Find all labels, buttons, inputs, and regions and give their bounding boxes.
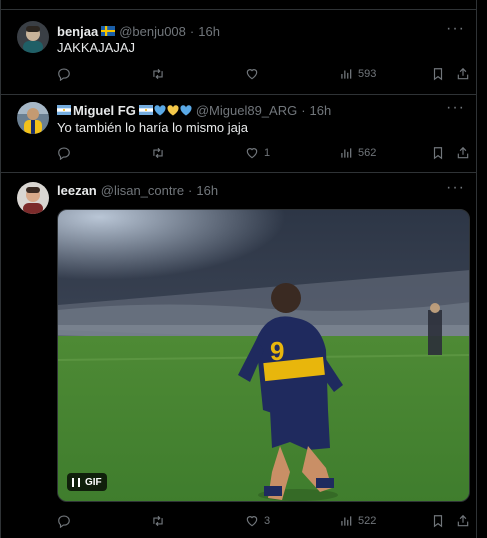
user-handle[interactable]: @lisan_contre [101, 183, 184, 198]
share-button[interactable] [456, 144, 470, 162]
share-button[interactable] [456, 512, 470, 530]
blue-heart-icon [154, 104, 166, 115]
heart-icon [246, 516, 258, 527]
share-icon [457, 514, 469, 527]
view-count: 522 [358, 515, 377, 527]
more-options-icon[interactable]: ··· [446, 179, 465, 197]
reply-button[interactable] [57, 512, 76, 530]
user-handle[interactable]: @Miguel89_ARG [196, 103, 297, 118]
timestamp[interactable]: 16h [310, 103, 332, 118]
like-button[interactable] [245, 65, 264, 83]
share-button[interactable] [456, 65, 470, 83]
gif-badge[interactable]: GIF [67, 473, 107, 491]
retweet-icon [153, 515, 163, 527]
yellow-heart-icon [167, 104, 179, 115]
retweet-icon [153, 147, 163, 159]
user-handle[interactable]: @benju008 [119, 24, 186, 39]
previous-tweet-edge [0, 0, 477, 10]
bookmark-button[interactable] [431, 144, 445, 162]
tweet-header: benjaa @benju008 · 16h [57, 22, 220, 40]
retweet-button[interactable] [151, 65, 170, 83]
like-button[interactable]: 3 [245, 512, 270, 530]
svg-text:9: 9 [270, 336, 284, 366]
sweden-flag-icon [101, 26, 116, 36]
gif-media[interactable]: 9 GIF [57, 209, 470, 502]
display-name[interactable]: benjaa [57, 24, 98, 39]
heart-icon [246, 69, 258, 80]
bookmark-icon [433, 515, 443, 528]
reply-button[interactable] [57, 65, 76, 83]
tweet-header: leezan @lisan_contre · 16h [57, 181, 218, 199]
views-button[interactable]: 593 [339, 65, 376, 83]
avatar[interactable] [17, 102, 49, 134]
more-options-icon[interactable]: ··· [446, 20, 465, 38]
separator-dot: · [189, 23, 195, 39]
like-button[interactable]: 1 [245, 144, 270, 162]
retweet-button[interactable] [151, 144, 170, 162]
views-chart-icon [341, 69, 352, 79]
separator-dot: · [188, 182, 193, 198]
bookmark-button[interactable] [431, 512, 445, 530]
tweet-actions: 593 [57, 65, 472, 83]
heart-icon [246, 148, 258, 159]
retweet-icon [153, 68, 163, 80]
timestamp[interactable]: 16h [198, 24, 220, 39]
reply-icon [58, 147, 70, 160]
view-count: 562 [358, 147, 377, 159]
display-name[interactable]: Miguel FG [73, 103, 136, 118]
avatar[interactable] [17, 21, 49, 53]
tweet-header: Miguel FG @Miguel89_ARG · 16h [57, 101, 331, 119]
blue-heart-icon [180, 104, 192, 115]
tweet[interactable]: benjaa @benju008 · 16h ··· JAKKAJAJAJ 59… [0, 10, 477, 95]
bookmark-icon [433, 147, 443, 160]
football-player-gif: 9 [58, 210, 469, 501]
bookmark-button[interactable] [431, 65, 445, 83]
pause-icon[interactable] [72, 477, 80, 487]
tweet-actions: 3 522 [57, 512, 472, 530]
reply-button[interactable] [57, 144, 76, 162]
view-count: 593 [358, 68, 377, 80]
views-button[interactable]: 522 [339, 512, 376, 530]
argentina-flag-icon [57, 105, 71, 115]
retweet-button[interactable] [151, 512, 170, 530]
like-count: 1 [264, 147, 271, 159]
tweet-text: JAKKAJAJAJ [57, 40, 136, 55]
tweet[interactable]: Miguel FG @Miguel89_ARG · 16h ··· Yo tam… [0, 95, 477, 173]
bookmark-icon [433, 68, 443, 81]
tweet-text: Yo también lo haría lo mismo jaja [57, 120, 249, 135]
share-icon [457, 146, 469, 159]
timestamp[interactable]: 16h [196, 183, 218, 198]
argentina-flag-icon [138, 105, 153, 115]
share-icon [457, 67, 469, 80]
views-chart-icon [341, 516, 352, 526]
gif-label: GIF [85, 476, 102, 488]
display-name[interactable]: leezan [57, 183, 97, 198]
views-button[interactable]: 562 [339, 144, 376, 162]
like-count: 3 [264, 515, 271, 527]
avatar[interactable] [17, 182, 49, 214]
more-options-icon[interactable]: ··· [446, 99, 465, 117]
reply-icon [58, 68, 70, 81]
tweet-actions: 1 562 [57, 144, 472, 162]
reply-icon [58, 515, 70, 528]
views-chart-icon [341, 148, 352, 158]
separator-dot: · [301, 102, 306, 118]
